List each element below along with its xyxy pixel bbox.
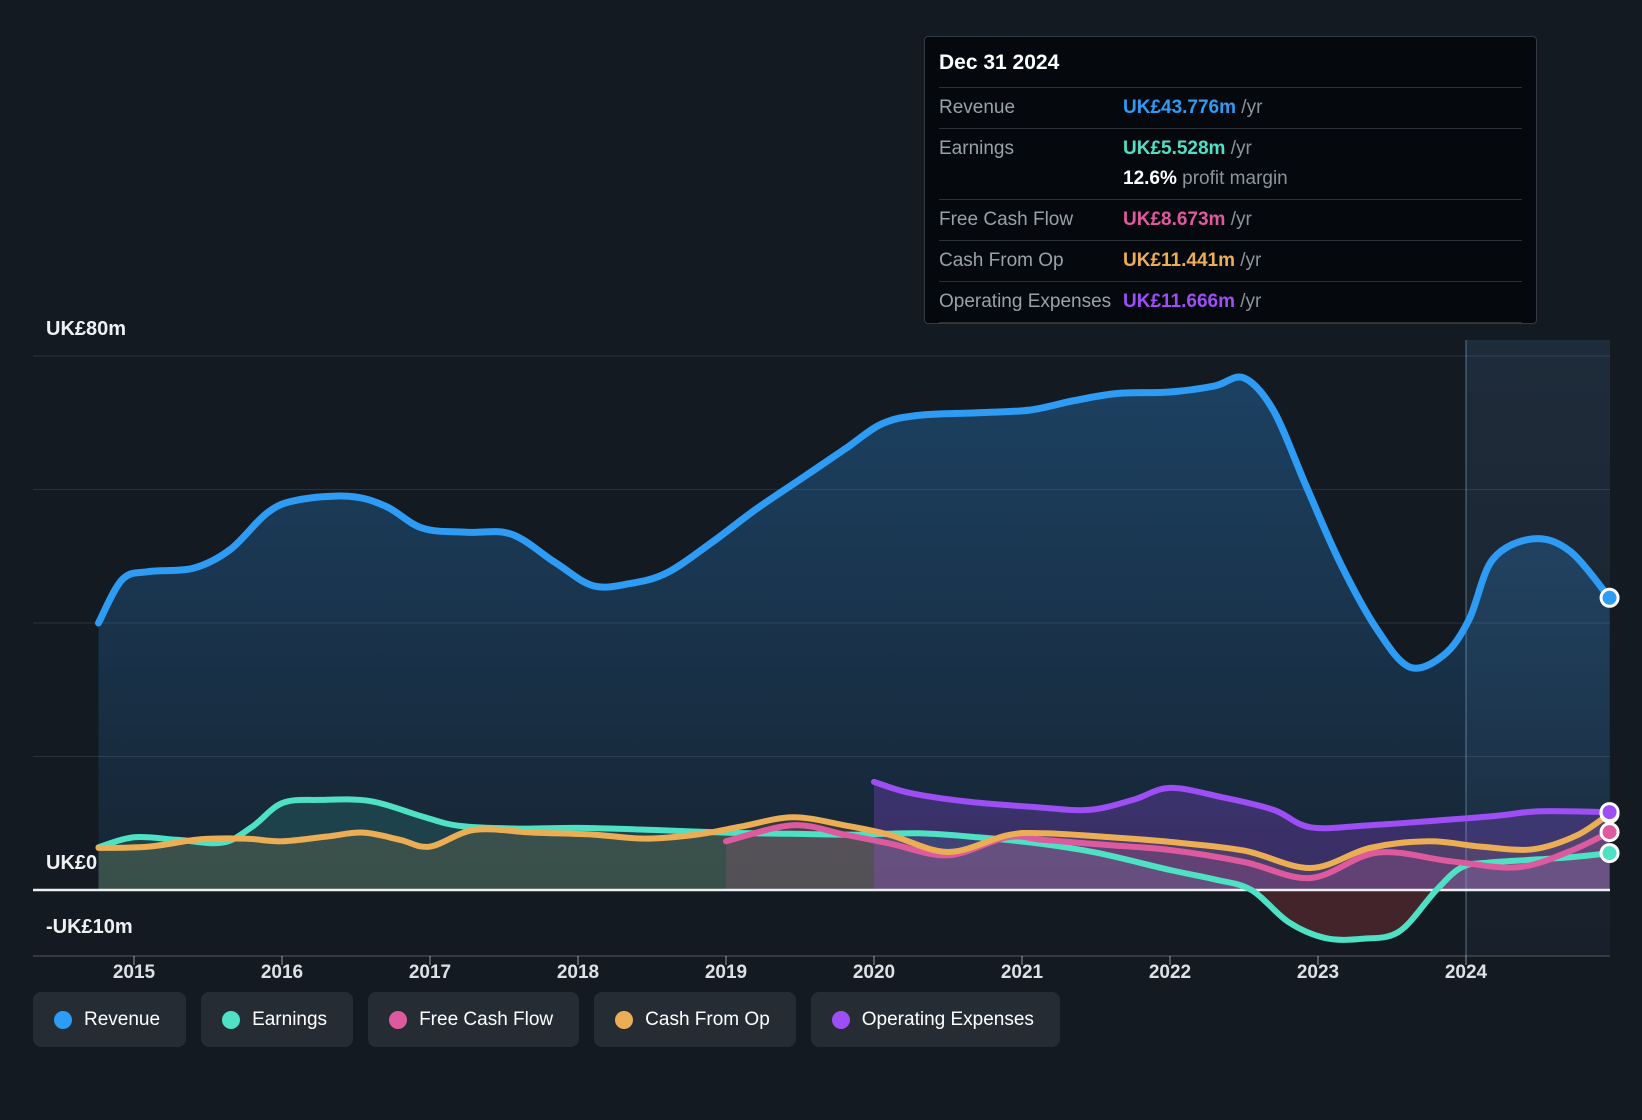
- tooltip-value-number: UK£43.776m: [1123, 97, 1237, 118]
- legend-item-label: Free Cash Flow: [419, 1008, 554, 1030]
- x-tick-label-2019: 2019: [704, 962, 748, 983]
- financials-chart-panel: UK£80m UK£0 -UK£10m 2015 2016 2017 2018 2019…: [0, 0, 1642, 1120]
- x-tick-label-2021: 2021: [1000, 962, 1044, 983]
- end-marker-free-cash-flow: [1599, 822, 1620, 843]
- x-tick-label-2018: 2018: [556, 962, 600, 983]
- y-axis-label-neg10m: -UK£10m: [46, 916, 133, 938]
- tooltip-row-cash-from-op: Cash From Op UK£11.441m /yr: [939, 241, 1522, 282]
- tooltip-value-unit: /yr: [1236, 97, 1263, 118]
- end-marker-operating-expenses: [1599, 802, 1620, 823]
- tooltip-row-value: UK£5.528m /yr 12.6% profit margin: [1123, 135, 1288, 193]
- legend-item-label: Earnings: [252, 1008, 328, 1030]
- tooltip-value-number: UK£11.666m: [1123, 291, 1235, 312]
- x-tick-label-2024: 2024: [1444, 962, 1488, 983]
- tooltip-row-operating-expenses: Operating Expenses UK£11.666m /yr: [939, 282, 1522, 323]
- tooltip-row-earnings: Earnings UK£5.528m /yr 12.6% profit margin: [939, 129, 1522, 200]
- tooltip-value-unit: /yr: [1234, 291, 1262, 312]
- x-tick-label-2015: 2015: [112, 962, 156, 983]
- tooltip-value-unit: /yr: [1225, 138, 1252, 159]
- chart-tooltip: Dec 31 2024 Revenue UK£43.776m /yr Earning…: [924, 36, 1537, 324]
- earnings-dot-icon: [222, 1010, 241, 1029]
- tooltip-row-label: Revenue: [939, 97, 1016, 118]
- tooltip-value-unit: /yr: [1225, 209, 1252, 230]
- y-axis-label-80m: UK£80m: [46, 318, 127, 340]
- tooltip-row-free-cash-flow: Free Cash Flow UK£8.673m /yr: [939, 200, 1522, 241]
- tooltip-value-unit: /yr: [1234, 250, 1262, 271]
- y-axis-label-0: UK£0: [46, 852, 98, 874]
- profit-margin-value: 12.6%: [1123, 168, 1177, 189]
- legend-item-operating-expenses[interactable]: Operating Expenses: [810, 992, 1060, 1047]
- tooltip-value-number: UK£8.673m: [1123, 209, 1226, 230]
- x-tick-label-2022: 2022: [1148, 962, 1192, 983]
- tooltip-value-number: UK£11.441m: [1123, 250, 1235, 271]
- legend-item-label: Cash From Op: [645, 1008, 770, 1030]
- tooltip-row-value: UK£11.666m /yr: [1123, 288, 1261, 316]
- tooltip-value-number: UK£5.528m: [1123, 138, 1226, 159]
- tooltip-row-value: UK£43.776m /yr: [1123, 94, 1262, 122]
- end-marker-earnings: [1599, 843, 1620, 864]
- tooltip-rows: Revenue UK£43.776m /yr Earnings UK£5.528m /…: [939, 88, 1522, 323]
- tooltip-row-value: UK£8.673m /yr: [1123, 206, 1252, 234]
- tooltip-row-label: Free Cash Flow: [939, 209, 1074, 230]
- legend-item-revenue[interactable]: Revenue: [33, 992, 187, 1047]
- profit-margin-label: profit margin: [1176, 168, 1288, 189]
- x-tick-label-2020: 2020: [852, 962, 896, 983]
- chart-legend: Revenue Earnings Free Cash Flow Cash From O…: [33, 992, 1060, 1047]
- legend-item-earnings[interactable]: Earnings: [201, 992, 354, 1047]
- tooltip-row-label: Earnings: [939, 138, 1014, 159]
- tooltip-date: Dec 31 2024: [939, 41, 1522, 88]
- x-tick-label-2016: 2016: [260, 962, 304, 983]
- legend-item-label: Revenue: [84, 1008, 161, 1030]
- tooltip-row-revenue: Revenue UK£43.776m /yr: [939, 88, 1522, 129]
- legend-item-cash-from-op[interactable]: Cash From Op: [594, 992, 796, 1047]
- x-tick-label-2023: 2023: [1296, 962, 1340, 983]
- cash-from-op-dot-icon: [615, 1010, 634, 1029]
- end-marker-revenue: [1599, 587, 1620, 608]
- revenue-dot-icon: [54, 1010, 72, 1029]
- x-tick-label-2017: 2017: [408, 962, 452, 983]
- series-area-earnings-negative: [98, 886, 1610, 940]
- free-cash-flow-dot-icon: [389, 1010, 408, 1029]
- tooltip-row-label: Cash From Op: [939, 250, 1064, 271]
- tooltip-row-label: Operating Expenses: [939, 291, 1112, 312]
- operating-expenses-dot-icon: [831, 1010, 850, 1029]
- legend-item-label: Operating Expenses: [861, 1008, 1034, 1030]
- tooltip-row-value: UK£11.441m /yr: [1123, 247, 1261, 275]
- legend-item-free-cash-flow[interactable]: Free Cash Flow: [368, 992, 580, 1047]
